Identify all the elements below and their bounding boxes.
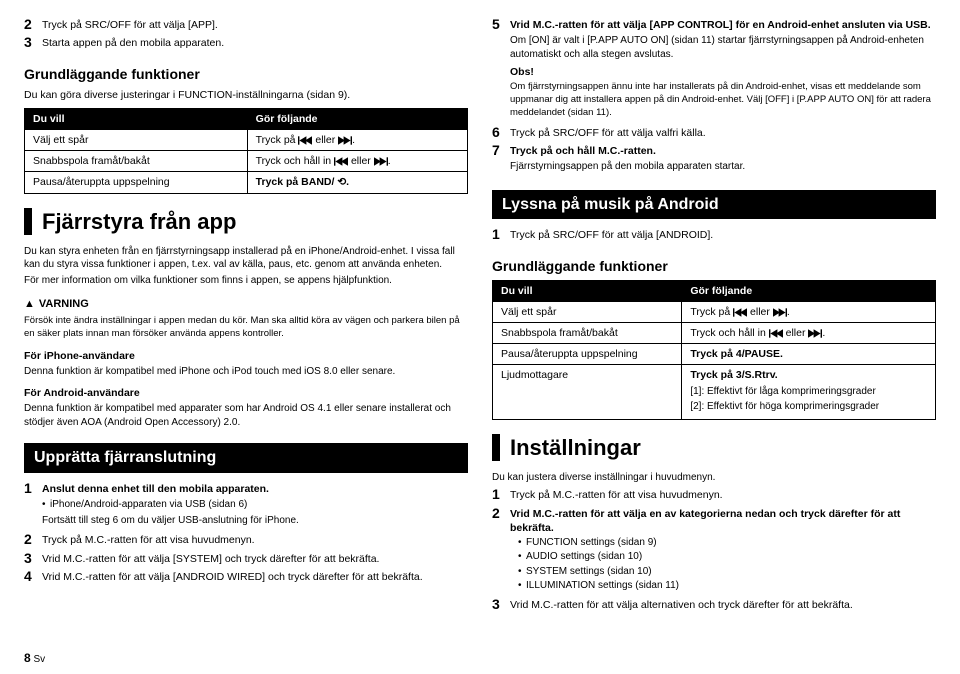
warning-heading: ▲VARNING — [24, 297, 468, 312]
step: 5 Vrid M.C.-ratten för att välja [APP CO… — [492, 17, 936, 122]
paragraph: Denna funktion är kompatibel med iPhone … — [24, 365, 468, 379]
paragraph: Du kan styra enheten från en fjärrstyrni… — [24, 245, 468, 272]
main-heading: Fjärrstyra från app — [24, 208, 468, 235]
table-row: Pausa/återuppta uppspelning Tryck på BAN… — [25, 172, 468, 193]
next-track-icon — [374, 157, 388, 166]
next-track-icon — [338, 136, 352, 145]
section-heading: Grundläggande funktioner — [24, 65, 468, 84]
step: 3 Vrid M.C.-ratten för att välja alterna… — [492, 597, 936, 612]
step: 1 Tryck på M.C.-ratten för att visa huvu… — [492, 487, 936, 502]
table-row: Snabbspola framåt/bakåt Tryck och håll i… — [25, 151, 468, 172]
main-heading: Inställningar — [492, 434, 936, 461]
function-table: Du vill Gör följande Välj ett spår Tryck… — [24, 108, 468, 194]
subheading: För Android-användare — [24, 386, 468, 400]
table-row: Pausa/återuppta uppspelning Tryck på 4/P… — [493, 344, 936, 365]
step: 6 Tryck på SRC/OFF för att välja valfri … — [492, 125, 936, 140]
step: 2 Vrid M.C.-ratten för att välja en av k… — [492, 506, 936, 594]
th: Du vill — [493, 280, 682, 301]
next-track-icon — [808, 329, 822, 338]
next-track-icon — [773, 308, 787, 317]
table-row: Ljudmottagare Tryck på 3/S.Rtrv. [1]: Ef… — [493, 365, 936, 419]
subheading: För iPhone-användare — [24, 349, 468, 363]
th: Gör följande — [247, 108, 467, 129]
page-footer: 8 Sv — [24, 650, 45, 667]
step: 2 Tryck på SRC/OFF för att välja [APP]. — [24, 17, 468, 32]
table-row: Välj ett spår Tryck på eller . — [25, 130, 468, 151]
paragraph: Du kan justera diverse inställningar i h… — [492, 471, 936, 485]
prev-track-icon — [769, 329, 783, 338]
section-heading: Grundläggande funktioner — [492, 257, 936, 276]
step: 3 Starta appen på den mobila apparaten. — [24, 35, 468, 50]
sub-section-heading: Lyssna på musik på Android — [492, 190, 936, 220]
sub-section-heading: Upprätta fjärranslutning — [24, 443, 468, 473]
prev-track-icon — [334, 157, 348, 166]
right-column: 5 Vrid M.C.-ratten för att välja [APP CO… — [492, 14, 936, 615]
step: 2 Tryck på M.C.-ratten för att visa huvu… — [24, 532, 468, 547]
warning-icon: ▲ — [24, 298, 35, 310]
th: Du vill — [25, 108, 248, 129]
table-row: Snabbspola framåt/bakåt Tryck och håll i… — [493, 323, 936, 344]
section-lead: Du kan göra diverse justeringar i FUNCTI… — [24, 88, 468, 102]
function-table: Du vill Gör följande Välj ett spår Tryck… — [492, 280, 936, 420]
page-content: 2 Tryck på SRC/OFF för att välja [APP]. … — [24, 14, 936, 615]
step: 3 Vrid M.C.-ratten för att välja [SYSTEM… — [24, 551, 468, 566]
paragraph: För mer information om vilka funktioner … — [24, 274, 468, 288]
warning-text: Försök inte ändra inställningar i appen … — [24, 315, 468, 341]
step: 1 Tryck på SRC/OFF för att välja [ANDROI… — [492, 227, 936, 242]
bullet-list: FUNCTION settings (sidan 9) AUDIO settin… — [510, 536, 936, 593]
step: 7 Tryck på och håll M.C.-ratten. Fjärrst… — [492, 143, 936, 176]
prev-track-icon — [298, 136, 312, 145]
left-column: 2 Tryck på SRC/OFF för att välja [APP]. … — [24, 14, 468, 615]
table-row: Välj ett spår Tryck på eller . — [493, 301, 936, 322]
th: Gör följande — [682, 280, 936, 301]
paragraph: Denna funktion är kompatibel med apparat… — [24, 402, 468, 429]
step: 4 Vrid M.C.-ratten för att välja [ANDROI… — [24, 569, 468, 584]
step: 1 Anslut denna enhet till den mobila app… — [24, 481, 468, 529]
prev-track-icon — [733, 308, 747, 317]
